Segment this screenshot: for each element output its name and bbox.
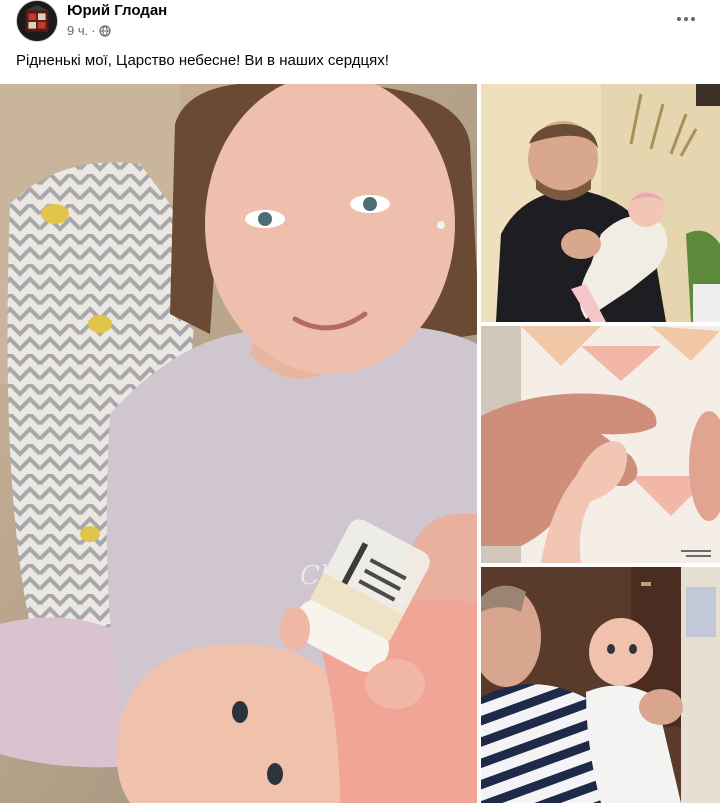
post-time[interactable]: 9 ч. <box>67 23 88 38</box>
author-avatar[interactable] <box>16 0 58 42</box>
photo-grandmother-with-baby[interactable] <box>481 567 720 803</box>
photo-grid: Cla.. Ae great <box>0 84 720 803</box>
globe-icon <box>98 24 111 37</box>
post-text: Рідненькі мої, Царство небесне! Ви в наш… <box>16 52 389 69</box>
photo-man-holding-baby[interactable] <box>481 84 720 322</box>
post-header: Юрий Глодан 9 ч. · <box>0 0 720 44</box>
avatar-image <box>17 1 57 41</box>
more-options-icon[interactable] <box>672 8 700 30</box>
author-name[interactable]: Юрий Глодан <box>67 2 167 19</box>
post-meta: 9 ч. · <box>67 23 111 38</box>
photo-mother-feeding-baby[interactable]: Cla.. Ae great <box>0 84 477 803</box>
photo-holding-baby-hand[interactable] <box>481 326 720 563</box>
meta-separator: · <box>91 23 96 38</box>
